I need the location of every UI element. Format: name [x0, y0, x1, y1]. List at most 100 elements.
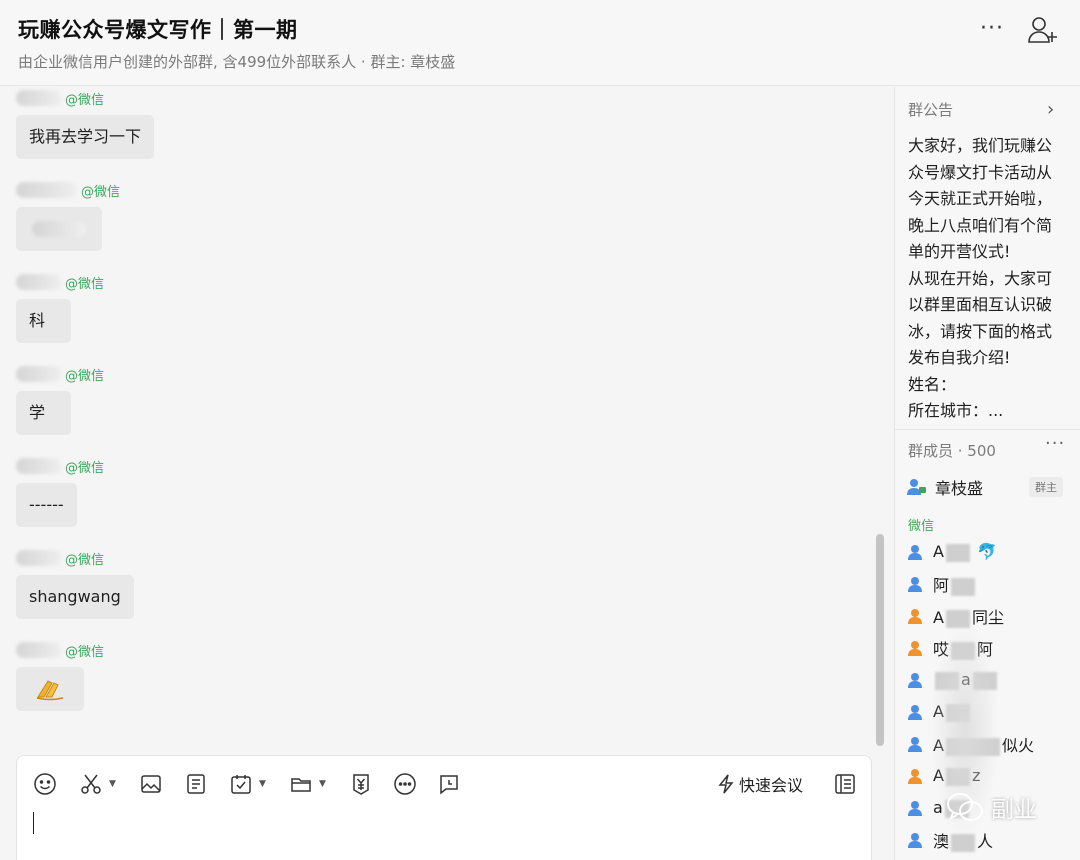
person-icon	[908, 609, 922, 624]
more-options-button[interactable]: ···	[976, 16, 1008, 44]
person-icon	[908, 833, 922, 848]
toggle-panel-button[interactable]	[833, 770, 857, 798]
sender-source: @微信	[65, 644, 105, 660]
chevron-right-icon[interactable]: ›	[1047, 99, 1054, 120]
screenshot-button[interactable]: ▼	[79, 770, 116, 798]
blurred-name	[16, 550, 62, 566]
more-icon	[394, 773, 416, 795]
blurred-name	[16, 90, 62, 106]
dolphin-emoji: 🐬	[977, 542, 997, 562]
members-more-button[interactable]: ···	[1045, 433, 1065, 454]
document-button[interactable]	[184, 770, 208, 798]
sender-source: @微信	[65, 368, 105, 384]
member-item[interactable]: 阿	[907, 572, 1077, 596]
text-cursor	[33, 812, 34, 834]
blurred-name	[16, 458, 62, 474]
message-bubble[interactable]	[16, 207, 102, 251]
member-item[interactable]: A 🐬	[907, 540, 1077, 564]
notice-line: 众号爆文打卡活动从	[908, 162, 1053, 182]
message-bubble[interactable]: 我再去学习一下	[16, 115, 155, 159]
wechat-logo-icon	[947, 793, 983, 821]
watermark: 副业	[945, 790, 1037, 824]
sender-source: @微信	[65, 92, 105, 108]
section-divider	[895, 429, 1080, 430]
message-sender: @微信	[16, 181, 121, 200]
member-owner[interactable]: 章枝盛 群主	[907, 475, 1075, 499]
watermark-text: 副业	[991, 797, 1037, 823]
quick-meeting-label: 快速会议	[739, 776, 804, 795]
message-item: @微信 学	[16, 365, 104, 435]
person-icon	[908, 673, 922, 688]
chevron-down-icon[interactable]: ▼	[259, 779, 266, 789]
chevron-down-icon[interactable]: ▼	[319, 779, 326, 789]
lightning-icon	[718, 774, 734, 794]
chevron-down-icon[interactable]: ▼	[109, 779, 116, 789]
message-sender: @微信	[16, 273, 104, 292]
member-name: 章枝盛	[935, 479, 984, 498]
message-bubble[interactable]: 科	[16, 299, 72, 343]
message-item: @微信	[16, 641, 104, 711]
image-button[interactable]	[139, 770, 163, 798]
schedule-icon	[231, 775, 251, 794]
person-icon	[908, 545, 922, 560]
notice-line: 以群里面相互认识破	[908, 295, 1053, 314]
message-bubble[interactable]	[16, 667, 84, 711]
blurred-content	[32, 221, 86, 237]
chat-scrollbar[interactable]	[876, 534, 884, 746]
notice-content[interactable]: 大家好，我们玩赚公 众号爆文打卡活动从 今天就正式开始啦， 晚上八点咱们有个简 …	[908, 133, 1070, 425]
message-bubble[interactable]: 学	[16, 391, 72, 435]
notice-line: 今天就正式开始啦，	[908, 189, 1053, 208]
person-icon	[908, 705, 922, 720]
blurred-name	[16, 642, 62, 658]
message-bubble[interactable]: shangwang	[16, 575, 134, 619]
member-name: A 🐬	[933, 542, 997, 562]
message-list[interactable]: @微信 我再去学习一下 @微信 @微信 科 @微信 学 @微信 ------ @…	[0, 87, 894, 755]
quick-meeting-button[interactable]: 快速会议	[717, 770, 803, 798]
message-item: @微信 shangwang	[16, 549, 134, 619]
message-item: @微信	[16, 181, 120, 255]
emoji-button[interactable]	[33, 770, 57, 798]
message-sender: @微信	[16, 89, 154, 108]
file-button[interactable]: ▼	[289, 770, 326, 798]
blurred-name	[16, 182, 78, 198]
notice-line: 从现在开始，大家可	[908, 268, 1053, 288]
person-icon	[907, 479, 926, 495]
more-tools-button[interactable]	[393, 770, 417, 798]
chat-record-button[interactable]	[437, 770, 461, 798]
notice-line: 单的开营仪式!	[908, 242, 1011, 261]
blurred-name	[16, 274, 62, 290]
notice-line: 大家好，我们玩赚公	[908, 136, 1053, 155]
folder-icon	[291, 778, 311, 792]
person-icon	[908, 737, 922, 752]
person-icon	[908, 577, 922, 592]
add-person-icon	[1028, 17, 1057, 43]
list-panel-icon	[835, 774, 855, 794]
message-sender: @微信	[16, 457, 105, 476]
message-composer[interactable]: ▼ ▼ ▼ 快速会议	[16, 755, 872, 860]
red-packet-button[interactable]	[349, 770, 373, 798]
notice-line: 冰，请按下面的格式	[908, 321, 1053, 341]
schedule-button[interactable]: ▼	[229, 770, 266, 798]
document-icon	[187, 774, 205, 794]
message-sender: @微信	[16, 641, 105, 660]
sticker-icon	[36, 680, 64, 701]
message-item: @微信 我再去学习一下	[16, 89, 155, 159]
sender-source: @微信	[65, 460, 105, 476]
message-item: @微信 科	[16, 273, 104, 343]
members-title: 群成员 · 500	[908, 442, 996, 460]
image-icon	[141, 775, 161, 793]
message-bubble[interactable]: ------	[16, 483, 77, 527]
group-subtitle: 由企业微信用户创建的外部群, 含499位外部联系人 · 群主: 章枝盛	[18, 53, 456, 71]
add-member-button[interactable]	[1026, 14, 1060, 46]
person-icon	[908, 769, 922, 784]
notice-line: 姓名：	[908, 374, 957, 394]
person-icon	[908, 641, 922, 656]
message-item: @微信 ------	[16, 457, 104, 527]
blurred-name	[16, 366, 62, 382]
chat-header: 玩赚公众号爆文写作｜第一期 由企业微信用户创建的外部群, 含499位外部联系人 …	[0, 0, 1080, 86]
person-icon	[908, 801, 922, 816]
message-sender: @微信	[16, 365, 105, 384]
sender-source: @微信	[81, 184, 121, 200]
scissors-icon	[81, 774, 101, 794]
sender-source: @微信	[65, 552, 105, 568]
